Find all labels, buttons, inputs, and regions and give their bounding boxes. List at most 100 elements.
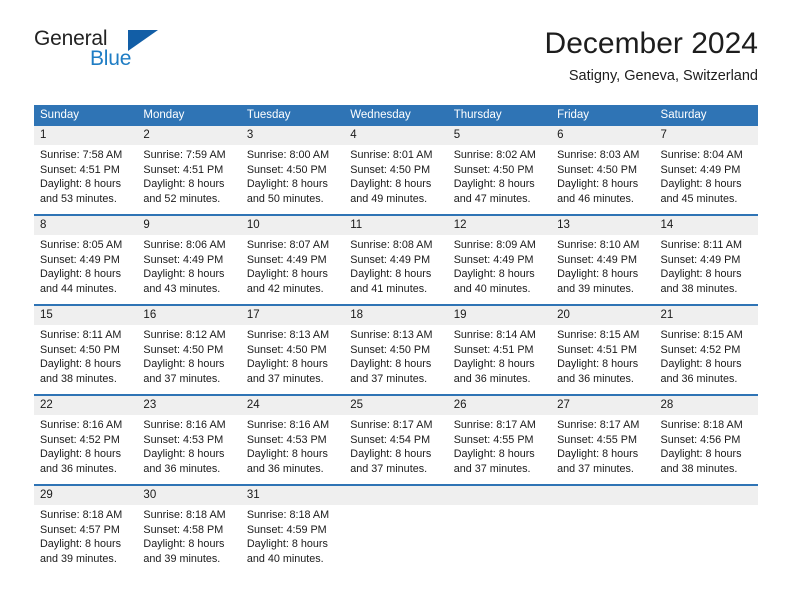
weekday-header-wednesday: Wednesday <box>344 105 448 126</box>
daylight-duration-line1: Daylight: 8 hours <box>660 448 742 461</box>
day-number: 30 <box>137 486 241 505</box>
daylight-duration-line2: and 38 minutes. <box>660 462 738 475</box>
sunrise-time: Sunrise: 8:05 AM <box>40 239 123 251</box>
sunset-time: Sunset: 4:49 PM <box>350 253 431 266</box>
daylight-duration-line2: and 47 minutes. <box>453 192 531 205</box>
calendar-day-cell[interactable]: 9 Sunrise: 8:06 AM Sunset: 4:49 PM Daylight… <box>137 214 241 305</box>
day-number: 24 <box>240 396 345 415</box>
calendar-day-cell[interactable]: 6 Sunrise: 8:03 AM Sunset: 4:50 PM Daylight… <box>551 126 655 215</box>
calendar-day-cell[interactable]: 15 Sunrise: 8:11 AM Sunset: 4:50 PM Dayligh… <box>34 304 138 395</box>
daylight-duration-line1: Daylight: 8 hours <box>246 178 328 191</box>
daylight-duration-line1: Daylight: 8 hours <box>453 358 535 371</box>
sunset-time: Sunset: 4:51 PM <box>557 343 637 356</box>
day-details: Sunrise: 7:59 AM Sunset: 4:51 PM Daylight:… <box>137 145 240 206</box>
daylight-duration-line2: and 38 minutes. <box>40 372 117 385</box>
sunset-time: Sunset: 4:50 PM <box>246 343 327 356</box>
calendar-day-cell[interactable]: 5 Sunrise: 8:02 AM Sunset: 4:50 PM Daylight… <box>447 126 552 215</box>
day-number: 14 <box>654 216 758 235</box>
calendar-body: 1 Sunrise: 7:58 AM Sunset: 4:51 PM Daylight… <box>34 126 758 574</box>
page-title: December 2024 <box>544 27 758 60</box>
calendar-day-cell[interactable]: 3 Sunrise: 8:00 AM Sunset: 4:50 PM Daylight… <box>240 126 345 215</box>
sunset-time: Sunset: 4:53 PM <box>143 433 224 446</box>
calendar-day-cell[interactable]: 2 Sunrise: 7:59 AM Sunset: 4:51 PM Daylight… <box>137 126 241 215</box>
calendar-day-cell[interactable]: 13 Sunrise: 8:10 AM Sunset: 4:49 PM Dayligh… <box>551 214 655 305</box>
calendar-day-cell[interactable]: 23 Sunrise: 8:16 AM Sunset: 4:53 PM Dayligh… <box>137 394 241 485</box>
calendar-header-row: Sunday Monday Tuesday Wednesday Thursday… <box>34 105 758 126</box>
brand-name-blue: Blue <box>90 47 132 70</box>
calendar-week-row: 1 Sunrise: 7:58 AM Sunset: 4:51 PM Daylight… <box>34 126 758 215</box>
calendar-day-cell[interactable]: 29 Sunrise: 8:18 AM Sunset: 4:57 PM Dayligh… <box>34 484 138 574</box>
daylight-duration-line2: and 40 minutes. <box>246 552 324 565</box>
calendar-day-cell[interactable]: 19 Sunrise: 8:14 AM Sunset: 4:51 PM Dayligh… <box>447 304 552 395</box>
sunset-time: Sunset: 4:50 PM <box>557 163 637 176</box>
daylight-duration-line2: and 39 minutes. <box>143 552 221 565</box>
calendar-day-cell[interactable]: 1 Sunrise: 7:58 AM Sunset: 4:51 PM Daylight… <box>34 126 138 215</box>
triangle-logo-icon <box>128 30 158 51</box>
sunset-time: Sunset: 4:49 PM <box>660 253 741 266</box>
sunrise-time: Sunrise: 8:18 AM <box>40 509 123 521</box>
daylight-duration-line2: and 42 minutes. <box>246 282 324 295</box>
sunset-time: Sunset: 4:50 PM <box>453 163 534 176</box>
sunset-time: Sunset: 4:52 PM <box>40 433 120 446</box>
calendar-day-cell[interactable]: 30 Sunrise: 8:18 AM Sunset: 4:58 PM Dayligh… <box>137 484 241 574</box>
day-details: Sunrise: 8:11 AM Sunset: 4:49 PM Daylight:… <box>655 235 758 296</box>
sunrise-time: Sunrise: 8:06 AM <box>143 239 226 251</box>
calendar-day-cell[interactable]: 14 Sunrise: 8:11 AM Sunset: 4:49 PM Dayligh… <box>654 214 758 305</box>
calendar-day-cell[interactable]: 7 Sunrise: 8:04 AM Sunset: 4:49 PM Daylight… <box>654 126 758 215</box>
day-number: 23 <box>137 396 241 415</box>
calendar-day-cell[interactable]: 20 Sunrise: 8:15 AM Sunset: 4:51 PM Dayligh… <box>551 304 655 395</box>
day-details: Sunrise: 8:02 AM Sunset: 4:50 PM Daylight:… <box>448 145 551 206</box>
calendar-day-cell[interactable]: 25 Sunrise: 8:17 AM Sunset: 4:54 PM Dayligh… <box>344 394 448 485</box>
sunset-time: Sunset: 4:58 PM <box>143 523 224 536</box>
sunset-time: Sunset: 4:55 PM <box>557 433 637 446</box>
sunrise-sunset-calendar: Sunday Monday Tuesday Wednesday Thursday… <box>34 105 758 574</box>
day-details: Sunrise: 8:10 AM Sunset: 4:49 PM Daylight:… <box>551 235 654 296</box>
day-details: Sunrise: 8:16 AM Sunset: 4:53 PM Daylight:… <box>137 415 240 476</box>
sunset-time: Sunset: 4:52 PM <box>660 343 741 356</box>
sunset-time: Sunset: 4:54 PM <box>350 433 431 446</box>
calendar-day-cell[interactable]: 24 Sunrise: 8:16 AM Sunset: 4:53 PM Dayligh… <box>240 394 345 485</box>
daylight-duration-line1: Daylight: 8 hours <box>40 448 122 461</box>
sunrise-time: Sunrise: 8:02 AM <box>453 149 536 161</box>
calendar-day-cell[interactable]: 22 Sunrise: 8:16 AM Sunset: 4:52 PM Dayligh… <box>34 394 138 485</box>
day-number: 17 <box>240 306 345 325</box>
sunrise-time: Sunrise: 8:03 AM <box>557 149 640 161</box>
weekday-header-saturday: Saturday <box>654 105 758 126</box>
calendar-day-cell[interactable]: 21 Sunrise: 8:15 AM Sunset: 4:52 PM Dayligh… <box>654 304 758 395</box>
day-number: 20 <box>551 306 655 325</box>
calendar-day-cell[interactable]: 17 Sunrise: 8:13 AM Sunset: 4:50 PM Dayligh… <box>240 304 345 395</box>
calendar-day-cell[interactable]: 12 Sunrise: 8:09 AM Sunset: 4:49 PM Dayligh… <box>447 214 552 305</box>
daylight-duration-line2: and 37 minutes. <box>453 462 531 475</box>
daylight-duration-line2: and 40 minutes. <box>453 282 531 295</box>
calendar-day-cell[interactable]: 27 Sunrise: 8:17 AM Sunset: 4:55 PM Dayligh… <box>551 394 655 485</box>
daylight-duration-line1: Daylight: 8 hours <box>40 178 122 191</box>
calendar-week-row: 22 Sunrise: 8:16 AM Sunset: 4:52 PM Dayligh… <box>34 394 758 485</box>
calendar-day-cell[interactable]: 16 Sunrise: 8:12 AM Sunset: 4:50 PM Dayligh… <box>137 304 241 395</box>
calendar-day-cell[interactable]: 8 Sunrise: 8:05 AM Sunset: 4:49 PM Daylight… <box>34 214 138 305</box>
day-details: Sunrise: 8:09 AM Sunset: 4:49 PM Daylight:… <box>448 235 551 296</box>
calendar-day-cell[interactable]: 4 Sunrise: 8:01 AM Sunset: 4:50 PM Daylight… <box>344 126 448 215</box>
weekday-header-tuesday: Tuesday <box>240 105 345 126</box>
sunrise-time: Sunrise: 8:18 AM <box>660 419 743 431</box>
daylight-duration-line1: Daylight: 8 hours <box>246 448 328 461</box>
sunset-time: Sunset: 4:55 PM <box>453 433 534 446</box>
calendar-day-cell[interactable]: 28 Sunrise: 8:18 AM Sunset: 4:56 PM Dayligh… <box>654 394 758 485</box>
day-details: Sunrise: 8:17 AM Sunset: 4:54 PM Daylight:… <box>344 415 447 476</box>
sunrise-time: Sunrise: 8:16 AM <box>143 419 226 431</box>
sunrise-time: Sunrise: 8:07 AM <box>246 239 330 251</box>
calendar-day-cell[interactable]: 11 Sunrise: 8:08 AM Sunset: 4:49 PM Dayligh… <box>344 214 448 305</box>
calendar-day-cell[interactable]: 31 Sunrise: 8:18 AM Sunset: 4:59 PM Dayligh… <box>240 484 345 574</box>
calendar-day-cell[interactable]: 18 Sunrise: 8:13 AM Sunset: 4:50 PM Dayligh… <box>344 304 448 395</box>
day-details: Sunrise: 8:14 AM Sunset: 4:51 PM Daylight:… <box>448 325 551 386</box>
sunset-time: Sunset: 4:50 PM <box>350 343 431 356</box>
day-number: 12 <box>447 216 552 235</box>
day-details: Sunrise: 8:13 AM Sunset: 4:50 PM Daylight:… <box>241 325 344 386</box>
sunset-time: Sunset: 4:51 PM <box>40 163 120 176</box>
daylight-duration-line2: and 39 minutes. <box>557 282 634 295</box>
calendar-day-cell[interactable]: 26 Sunrise: 8:17 AM Sunset: 4:55 PM Dayligh… <box>447 394 552 485</box>
brand-logo[interactable]: General Blue <box>34 28 234 84</box>
calendar-day-cell[interactable]: 10 Sunrise: 8:07 AM Sunset: 4:49 PM Dayligh… <box>240 214 345 305</box>
day-number: 5 <box>447 126 552 145</box>
sunset-time: Sunset: 4:50 PM <box>246 163 327 176</box>
sunset-time: Sunset: 4:49 PM <box>453 253 534 266</box>
